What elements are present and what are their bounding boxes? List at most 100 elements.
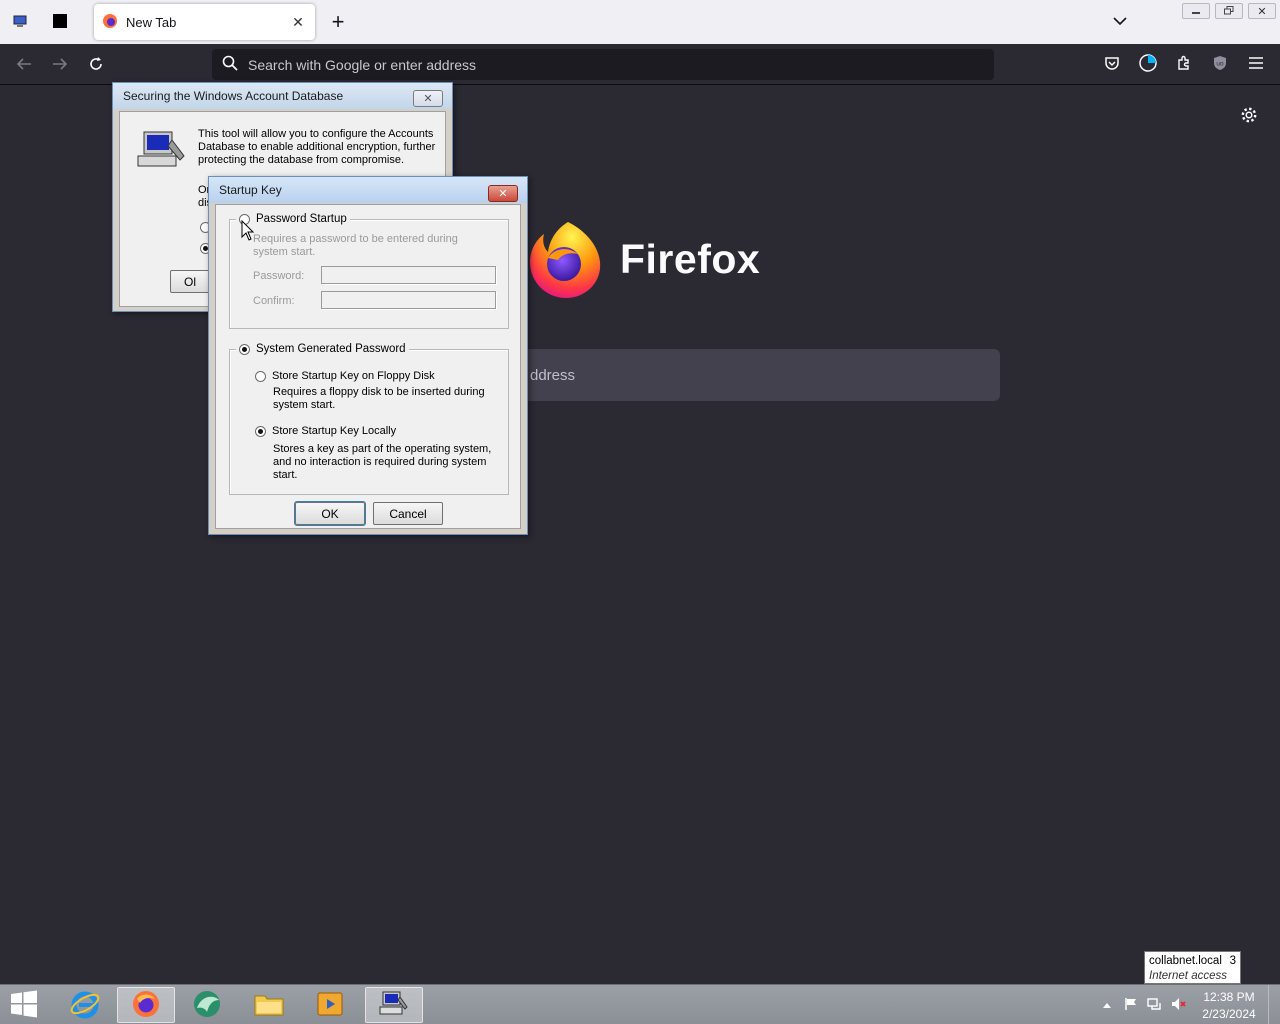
gear-icon: [1240, 106, 1258, 127]
store-locally-description: Stores a key as part of the operating sy…: [273, 443, 492, 481]
address-bar[interactable]: Search with Google or enter address: [212, 49, 994, 80]
arrow-right-icon: [52, 57, 68, 74]
extensions-button[interactable]: [1170, 50, 1198, 78]
password-startup-label: Password Startup: [256, 213, 347, 225]
floppy-disk-label: Store Startup Key on Floppy Disk: [272, 370, 435, 382]
startup-key-titlebar: Startup Key: [209, 177, 527, 203]
store-locally-option[interactable]: Store Startup Key Locally: [255, 425, 396, 438]
computer-key-icon: [136, 130, 188, 173]
network-icon: [1147, 997, 1163, 1014]
password-input[interactable]: [321, 266, 496, 284]
bird-app-icon: [191, 988, 223, 1023]
ublock-shield-icon: uo: [1212, 55, 1228, 74]
volume-tray-button[interactable]: [1171, 997, 1187, 1013]
show-hidden-icons-button[interactable]: [1099, 997, 1115, 1013]
taskbar-syskey[interactable]: [365, 987, 423, 1023]
new-tab-button[interactable]: +: [324, 8, 352, 36]
firefox-icon: [131, 989, 161, 1022]
syskey-ok-button[interactable]: Ol: [170, 270, 210, 293]
confirm-field-label: Confirm:: [253, 295, 295, 307]
pinned-tab-terminal[interactable]: [46, 8, 74, 36]
account-button[interactable]: [1134, 50, 1162, 78]
syskey-close-button[interactable]: ✕: [413, 90, 443, 107]
pocket-icon: [1104, 55, 1120, 74]
show-desktop-button[interactable]: [1268, 985, 1280, 1024]
tooltip-network-name: collabnet.local: [1149, 955, 1222, 967]
firefox-logo: [524, 218, 608, 302]
volume-muted-icon: [1171, 997, 1187, 1014]
firefox-favicon-icon: [102, 13, 118, 32]
newtab-search-box[interactable]: ddress: [508, 349, 1000, 401]
syskey-dialog-title: Securing the Windows Account Database: [123, 89, 344, 103]
svg-text:uo: uo: [1216, 60, 1224, 67]
taskbar-firefox[interactable]: [117, 987, 175, 1023]
ok-button[interactable]: OK: [294, 501, 366, 526]
back-button[interactable]: [9, 50, 39, 80]
chevron-down-icon: [1113, 15, 1127, 29]
syskey-dialog-titlebar: Securing the Windows Account Database: [113, 83, 452, 109]
startup-key-dialog: Startup Key ✕ Password Startup Requires …: [208, 176, 528, 535]
pocket-button[interactable]: [1098, 50, 1126, 78]
tab-strip: New Tab ✕ + ✕: [0, 0, 1280, 44]
forward-button[interactable]: [45, 50, 75, 80]
minimize-button[interactable]: [1182, 3, 1210, 19]
puzzle-icon: [1176, 55, 1192, 74]
ublock-button[interactable]: uo: [1206, 50, 1234, 78]
syskey-description: This tool will allow you to configure th…: [198, 128, 436, 166]
list-all-tabs-button[interactable]: [1106, 8, 1134, 36]
startup-key-body: Password Startup Requires a password to …: [215, 204, 521, 529]
newtab-search-placeholder: ddress: [530, 366, 576, 384]
start-button[interactable]: [0, 987, 48, 1023]
app-menu-button[interactable]: [1242, 50, 1270, 78]
startup-key-close-button[interactable]: ✕: [488, 185, 518, 202]
floppy-disk-option[interactable]: Store Startup Key on Floppy Disk: [255, 370, 435, 383]
taskbar-clock[interactable]: 12:38 PM 2/23/2024: [1196, 989, 1262, 1023]
search-icon: [222, 55, 238, 74]
confirm-password-input[interactable]: [321, 291, 496, 309]
close-icon: ✕: [1257, 5, 1267, 18]
password-startup-description: Requires a password to be entered during…: [253, 233, 458, 258]
tab-new-tab[interactable]: New Tab ✕: [94, 4, 315, 40]
ok-button-label: OK: [321, 506, 339, 521]
hamburger-menu-icon: [1248, 56, 1264, 73]
computer-key-icon: [379, 991, 409, 1020]
restore-button[interactable]: [1215, 3, 1243, 19]
clock-date: 2/23/2024: [1202, 1007, 1256, 1021]
tab-title: New Tab: [126, 14, 177, 30]
newtab-settings-button[interactable]: [1236, 103, 1262, 129]
caret-up-icon: [1102, 998, 1112, 1012]
terminal-icon: [52, 13, 68, 32]
reload-button[interactable]: [81, 50, 111, 80]
clock-time: 12:38 PM: [1203, 990, 1255, 1004]
network-tray-button[interactable]: [1147, 997, 1163, 1013]
pinned-tab-monitor[interactable]: [6, 8, 34, 36]
floppy-disk-description: Requires a floppy disk to be inserted du…: [273, 386, 485, 411]
taskbar-file-explorer[interactable]: [240, 987, 298, 1023]
close-icon: ✕: [498, 188, 508, 200]
close-icon: ✕: [423, 93, 433, 105]
taskbar-media-player[interactable]: [301, 987, 359, 1023]
floppy-disk-radio[interactable]: [255, 371, 266, 382]
password-field-label: Password:: [253, 270, 305, 282]
taskbar-server-manager[interactable]: [178, 987, 236, 1023]
plus-icon: +: [331, 9, 345, 34]
restore-icon: [1224, 4, 1234, 18]
windows-logo-icon: [10, 990, 38, 1021]
taskbar: 12:38 PM 2/23/2024: [0, 984, 1280, 1024]
taskbar-internet-explorer[interactable]: [56, 987, 114, 1023]
tab-close-icon[interactable]: ✕: [289, 13, 307, 31]
store-locally-label: Store Startup Key Locally: [272, 425, 397, 437]
minimize-icon: [1191, 4, 1201, 18]
reload-icon: [88, 56, 104, 75]
cancel-button[interactable]: Cancel: [373, 502, 443, 525]
tooltip-network-status: Internet access: [1149, 970, 1227, 982]
folder-icon: [253, 990, 285, 1021]
system-generated-radio[interactable]: [239, 343, 250, 355]
mouse-pointer-icon: [241, 219, 255, 245]
action-center-button[interactable]: [1123, 997, 1139, 1013]
store-locally-radio[interactable]: [255, 426, 266, 437]
close-window-button[interactable]: ✕: [1248, 3, 1276, 19]
tooltip-badge: 3: [1229, 955, 1236, 967]
system-generated-option[interactable]: System Generated Password: [236, 343, 409, 355]
flag-icon: [1124, 997, 1138, 1014]
